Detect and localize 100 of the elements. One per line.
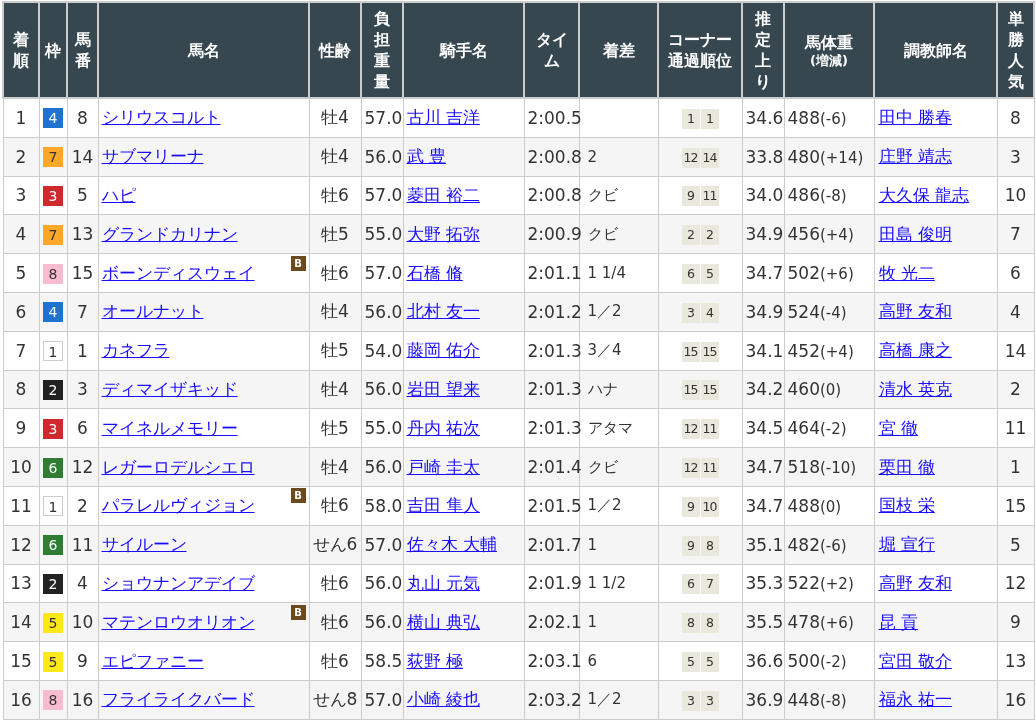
last-3f-cell: 33.8	[742, 137, 784, 177]
corner-position: 1	[681, 108, 700, 129]
body-weight: 482	[787, 534, 820, 555]
time-cell: 2:01.4	[524, 447, 579, 487]
horse-number-cell: 9	[67, 641, 98, 681]
frame-badge: 7	[43, 224, 63, 245]
column-header: 推定上り	[755, 8, 771, 92]
sex-age-cell: 牡6	[309, 602, 361, 642]
blinker-badge: B	[290, 488, 306, 504]
popularity-cell: 12	[997, 564, 1034, 603]
weight-change: (-8)	[819, 187, 847, 206]
column-header: 着順	[13, 29, 29, 71]
last-3f-cell: 34.7	[742, 486, 784, 526]
last-3f-cell: 34.7	[742, 253, 784, 293]
column-header: 枠	[43, 39, 62, 61]
last-3f-cell: 34.9	[742, 292, 784, 332]
last-3f-cell: 34.7	[742, 447, 784, 487]
body-weight: 500	[787, 651, 820, 672]
horse-number-cell: 1	[67, 331, 98, 371]
column-header: 性齢	[317, 39, 352, 61]
corner-position: 12	[681, 147, 700, 168]
time-cell: 2:01.2	[524, 292, 579, 332]
time-cell: 2:00.5	[524, 98, 579, 138]
rank-cell: 11	[3, 486, 39, 526]
horse-name-link[interactable]: パラレルヴィジョン	[101, 494, 255, 518]
body-weight: 522	[787, 573, 820, 594]
rank-cell: 2	[3, 137, 39, 177]
trainer-link[interactable]: 宮 徹	[878, 417, 918, 438]
corner-position: 8	[700, 535, 719, 556]
frame-badge: 1	[43, 496, 63, 517]
corner-position: 5	[700, 652, 719, 673]
sex-age-cell: 牡4	[309, 137, 361, 177]
corner-position: 2	[700, 225, 719, 246]
corner-position: 8	[681, 613, 700, 634]
weight-change: (-6)	[819, 109, 847, 128]
corner-position: 3	[681, 302, 700, 323]
body-weight: 452	[787, 340, 820, 361]
corner-position: 10	[700, 496, 719, 517]
frame-badge: 8	[43, 263, 63, 284]
frame-badge: 3	[43, 186, 63, 206]
corner-position: 2	[681, 225, 700, 246]
horse-name-link[interactable]: カネフラ	[101, 339, 170, 363]
popularity-cell: 10	[997, 176, 1034, 215]
frame-badge: 1	[43, 341, 63, 362]
last-3f-cell: 34.9	[742, 214, 784, 254]
frame-badge: 6	[43, 535, 63, 556]
frame-badge: 4	[43, 108, 63, 129]
column-subheader: (増減)	[809, 52, 849, 69]
weight-change: (-8)	[819, 691, 847, 710]
sex-age-cell: せん8	[309, 680, 361, 720]
corner-position: 3	[681, 690, 700, 711]
corner-position: 4	[700, 302, 719, 323]
weight-carried-cell: 56.0	[361, 447, 403, 487]
blinker-badge: B	[290, 255, 306, 271]
corner-position: 7	[700, 574, 719, 595]
horse-number-cell: 4	[67, 564, 98, 603]
column-header: 調教師名	[902, 39, 969, 61]
corner-position: 8	[700, 613, 719, 634]
weight-carried-cell: 57.0	[361, 176, 403, 215]
time-cell: 2:01.5	[524, 486, 579, 526]
time-cell: 2:00.8	[524, 137, 579, 177]
weight-change: (+2)	[819, 575, 854, 594]
time-cell: 2:00.9	[524, 214, 579, 254]
frame-badge: 3	[43, 418, 63, 439]
corner-position: 15	[700, 341, 719, 362]
last-3f-cell: 35.1	[742, 525, 784, 565]
horse-name-link[interactable]: ハピ	[101, 184, 136, 207]
blinker-badge: B	[290, 604, 306, 620]
rank-cell: 16	[3, 680, 39, 720]
rank-cell: 10	[3, 447, 39, 487]
rank-cell: 8	[3, 370, 39, 409]
jockey-link[interactable]: 武 豊	[406, 146, 446, 167]
frame-badge: 5	[43, 612, 63, 633]
weight-change: (0)	[819, 381, 842, 400]
time-cell: 2:01.3	[524, 370, 579, 409]
weight-carried-cell: 58.0	[361, 486, 403, 526]
frame-badge: 2	[43, 379, 63, 400]
time-cell: 2:03.2	[524, 680, 579, 720]
time-cell: 2:01.7	[524, 525, 579, 565]
sex-age-cell: 牡6	[309, 486, 361, 526]
time-cell: 2:01.1	[524, 253, 579, 293]
weight-carried-cell: 55.0	[361, 214, 403, 254]
frame-badge: 8	[43, 690, 63, 711]
rank-cell: 4	[3, 214, 39, 254]
time-cell: 2:01.3	[524, 408, 579, 448]
rank-cell: 7	[3, 331, 39, 371]
sex-age-cell: 牡6	[309, 253, 361, 293]
last-3f-cell: 35.3	[742, 564, 784, 603]
trainer-link[interactable]: 昆 貢	[878, 611, 918, 632]
time-cell: 2:02.1	[524, 602, 579, 642]
margin-cell: 1／2	[579, 680, 658, 720]
horse-name-link[interactable]: マテンロウオリオン	[101, 610, 255, 634]
corner-position: 11	[700, 186, 719, 207]
corner-position: 15	[700, 380, 719, 401]
weight-carried-cell: 55.0	[361, 408, 403, 448]
body-weight: 488	[787, 495, 820, 516]
corner-position: 15	[681, 341, 700, 362]
column-header: タイム	[535, 29, 568, 71]
sex-age-cell: 牡6	[309, 176, 361, 215]
horse-name-link[interactable]: ボーンディスウェイ	[101, 261, 255, 285]
